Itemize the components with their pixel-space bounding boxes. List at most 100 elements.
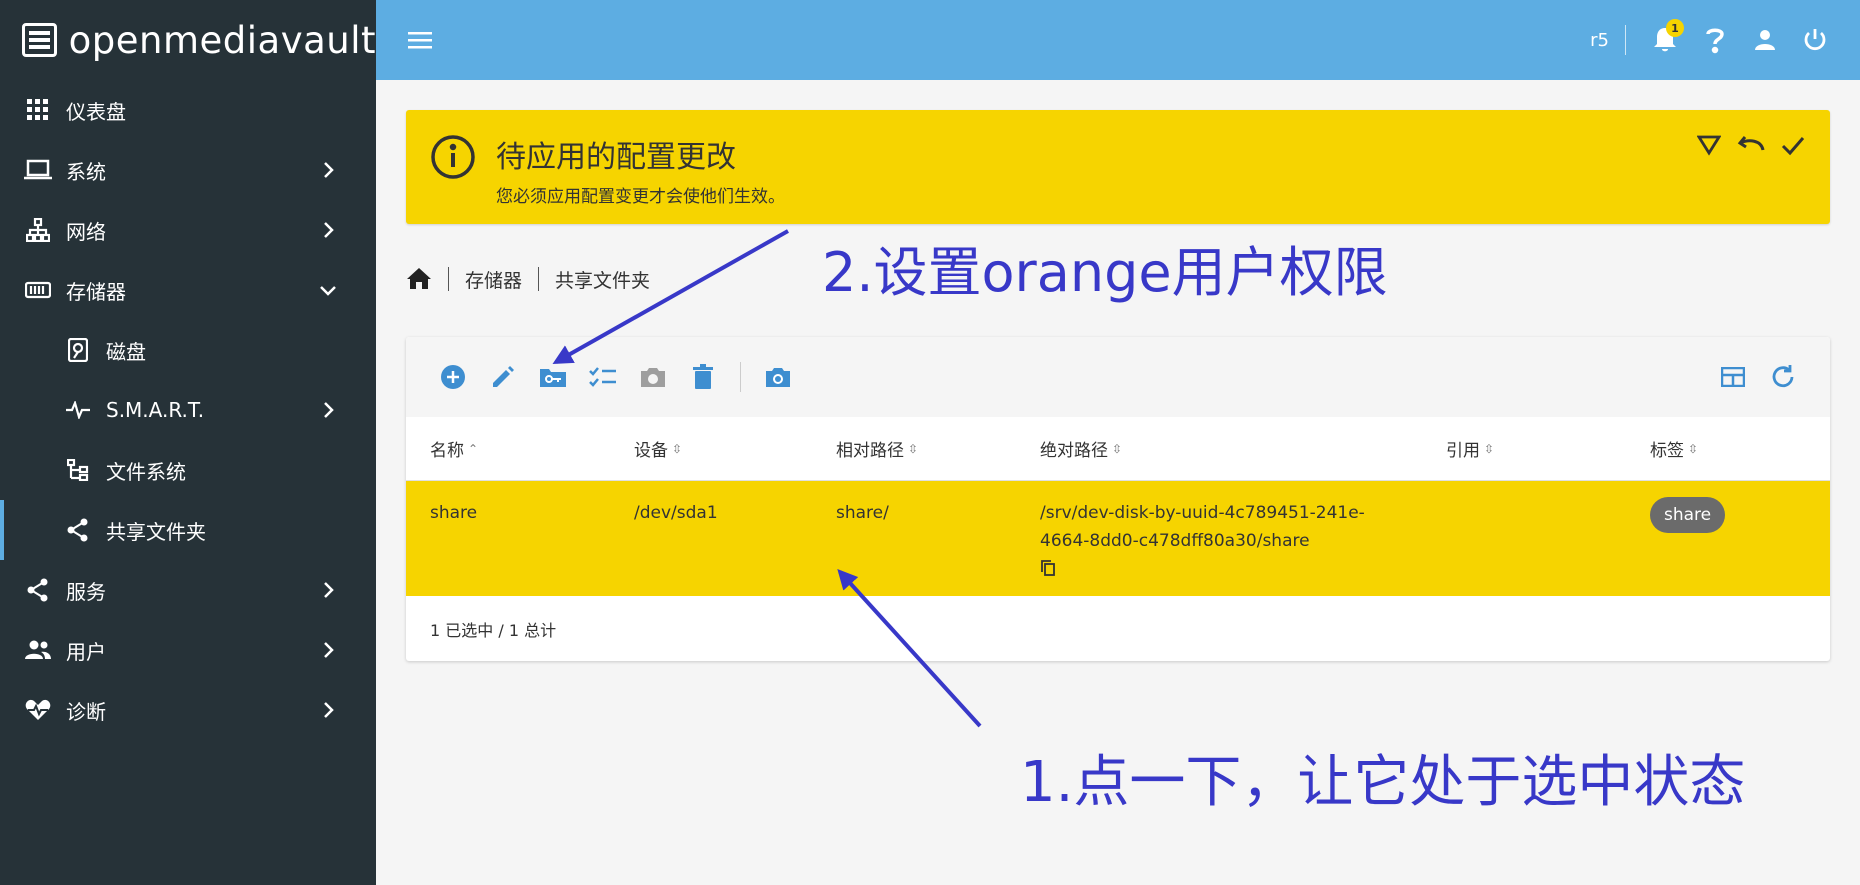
brand-logo-icon [22, 23, 57, 57]
sidebar-item-system[interactable]: 系统 [0, 140, 376, 200]
user-button[interactable] [1740, 15, 1790, 65]
cell-device: /dev/sda1 [634, 503, 718, 523]
hostname: r5 [1590, 29, 1609, 51]
help-icon [1706, 28, 1724, 54]
sidebar-item-services[interactable]: 服务 [0, 560, 376, 620]
table-toolbar [406, 337, 1830, 417]
sidebar-item-label: 共享文件夹 [106, 519, 206, 544]
table-header: 名称 ⌃ 设备 ⇳ 相对路径 ⇳ 绝对路径 ⇳ 引用 ⇳ 标签 ⇳ [406, 417, 1830, 481]
apply-button[interactable] [1776, 128, 1810, 162]
sidebar-item-network[interactable]: 网络 [0, 200, 376, 260]
sidebar-item-label: 诊断 [66, 699, 106, 724]
sidebar-item-label: 仪表盘 [66, 99, 126, 124]
column-header-tags[interactable]: 标签 ⇳ [1650, 436, 1698, 461]
cell-abspath: /srv/dev-disk-by-uuid-4c789451-241e- 466… [1040, 499, 1365, 586]
sidebar-item-diagnostics[interactable]: 诊断 [0, 680, 376, 740]
header-divider [1625, 25, 1626, 55]
permissions-button[interactable] [528, 352, 578, 402]
home-icon[interactable] [406, 267, 432, 291]
chevron-right-icon [324, 702, 334, 718]
breadcrumb-item-storage[interactable]: 存储器 [465, 266, 522, 293]
column-settings-button[interactable] [1708, 352, 1758, 402]
add-button[interactable] [428, 352, 478, 402]
tag-chip[interactable]: share [1650, 497, 1726, 533]
acl-button[interactable] [578, 352, 628, 402]
annotation-step2: 2.设置orange用户权限 [822, 241, 1388, 304]
pencil-icon [493, 366, 514, 387]
sidebar-item-users[interactable]: 用户 [0, 620, 376, 680]
tree-icon [64, 456, 92, 484]
users-icon [24, 636, 52, 664]
share-icon [64, 516, 92, 544]
camera-icon [641, 368, 665, 387]
camera-icon [766, 368, 790, 387]
column-header-references[interactable]: 引用 ⇳ [1446, 436, 1494, 461]
disk-icon [64, 336, 92, 364]
sort-icon: ⇳ [908, 441, 919, 456]
annotation-step1: 1.点一下，让它处于选中状态 [1020, 750, 1746, 815]
chevron-right-icon [324, 582, 334, 598]
sidebar-item-storage[interactable]: 存储器 [0, 260, 376, 320]
sidebar-item-filesystems[interactable]: 文件系统 [0, 440, 376, 500]
column-header-relpath[interactable]: 相对路径 ⇳ [836, 436, 918, 461]
breadcrumb-item-shared-folders: 共享文件夹 [555, 269, 651, 292]
sidebar-item-shared-folders[interactable]: 共享文件夹 [0, 500, 376, 560]
sidebar-nav: 仪表盘 系统 网络 存储器 磁盘 S.M.A.R.T. 文件系统 共享文件夹 服… [0, 80, 376, 740]
sidebar-item-label: 文件系统 [106, 459, 186, 484]
trash-icon [693, 364, 713, 389]
storage-icon [24, 276, 52, 304]
notifications-button[interactable]: 1 [1640, 15, 1690, 65]
show-changes-button[interactable] [1692, 128, 1726, 162]
sidebar-item-dashboard[interactable]: 仪表盘 [0, 80, 376, 140]
sidebar-item-label: 网络 [66, 219, 106, 244]
toolbar-divider [740, 362, 741, 392]
column-header-name[interactable]: 名称 ⌃ [430, 436, 478, 461]
checklist-icon [589, 367, 616, 387]
chevron-right-icon [324, 642, 334, 658]
check-icon [1781, 137, 1805, 156]
help-button[interactable] [1690, 15, 1740, 65]
chevron-down-icon [320, 286, 336, 296]
abspath-line2: 4664-8dd0-c478dff80a30/share [1040, 531, 1310, 551]
network-icon [24, 216, 52, 244]
sort-icon: ⇳ [1112, 441, 1123, 456]
table-row[interactable]: share /dev/sda1 share/ /srv/dev-disk-by-… [406, 481, 1830, 596]
sort-icon: ⇳ [672, 441, 683, 456]
power-icon [1804, 29, 1826, 51]
chevron-right-icon [324, 162, 334, 178]
sidebar-item-label: 存储器 [66, 279, 126, 304]
sidebar-item-label: S.M.A.R.T. [106, 398, 205, 422]
cell-name: share [430, 503, 478, 523]
banner-message: 您必须应用配置变更才会使他们生效。 [496, 187, 785, 207]
refresh-button[interactable] [1758, 352, 1808, 402]
sidebar-item-label: 服务 [66, 579, 106, 604]
info-icon [431, 135, 475, 179]
heart-pulse-icon [24, 696, 52, 724]
column-header-abspath[interactable]: 绝对路径 ⇳ [1040, 436, 1122, 461]
edit-button[interactable] [478, 352, 528, 402]
notification-badge: 1 [1666, 19, 1684, 37]
sidebar-item-disks[interactable]: 磁盘 [0, 320, 376, 380]
brand[interactable]: openmediavault [0, 0, 376, 80]
power-button[interactable] [1790, 15, 1840, 65]
delete-button[interactable] [678, 352, 728, 402]
breadcrumb-divider [448, 267, 449, 291]
sidebar-item-smart[interactable]: S.M.A.R.T. [0, 380, 376, 440]
top-bar: r5 1 [376, 0, 1860, 80]
sort-icon: ⇳ [1484, 441, 1495, 456]
sidebar-item-label: 磁盘 [106, 339, 146, 364]
sidebar: openmediavault 仪表盘 系统 网络 存储器 磁盘 S.M.A.R.… [0, 0, 376, 885]
breadcrumb: 存储器 共享文件夹 [406, 264, 650, 294]
sidebar-item-label: 系统 [66, 159, 106, 184]
column-header-device[interactable]: 设备 ⇳ [634, 436, 682, 461]
banner-title: 待应用的配置更改 [496, 140, 736, 175]
folder-key-icon [540, 369, 566, 387]
breadcrumb-divider [538, 267, 540, 291]
undo-button[interactable] [1734, 128, 1768, 162]
snapshot-button[interactable] [753, 352, 803, 402]
menu-icon[interactable] [408, 28, 434, 52]
filter-icon [1697, 135, 1721, 156]
snapshot-button-disabled[interactable] [628, 352, 678, 402]
copy-icon[interactable] [1040, 559, 1056, 577]
share-icon [24, 576, 52, 604]
